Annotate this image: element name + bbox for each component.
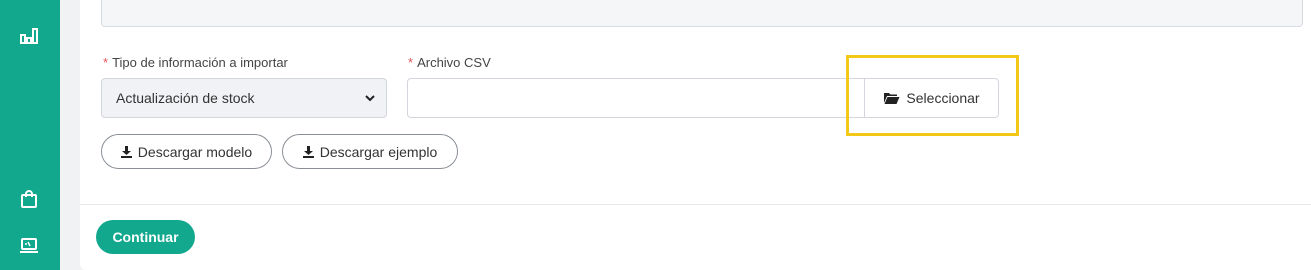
chart-icon[interactable] [18,25,40,47]
tipo-select[interactable]: Actualización de stock [101,78,387,118]
laptop-icon[interactable] [18,234,40,256]
csv-file-input[interactable] [407,78,865,118]
chevron-down-icon [365,95,375,102]
csv-label: * Archivo CSV [408,55,491,70]
download-model-label: Descargar modelo [137,143,253,160]
continue-button[interactable]: Continuar [96,220,195,254]
csv-label-text: Archivo CSV [417,55,491,70]
import-form-card [80,0,1311,270]
download-example-button[interactable]: Descargar ejemplo [282,134,458,169]
tipo-label: * Tipo de información a importar [103,55,288,70]
tipo-selected-value: Actualización de stock [116,90,255,106]
download-icon [120,145,132,158]
sidebar [0,0,60,270]
required-mark: * [408,55,414,70]
download-icon [302,145,314,158]
download-model-button[interactable]: Descargar modelo [101,134,272,169]
shopping-bag-icon[interactable] [18,188,40,210]
tipo-label-text: Tipo de información a importar [112,55,288,70]
download-example-label: Descargar ejemplo [319,143,438,160]
required-mark: * [103,55,109,70]
previous-field[interactable] [101,0,1303,27]
divider [80,204,1311,205]
highlight-box [846,55,1019,136]
